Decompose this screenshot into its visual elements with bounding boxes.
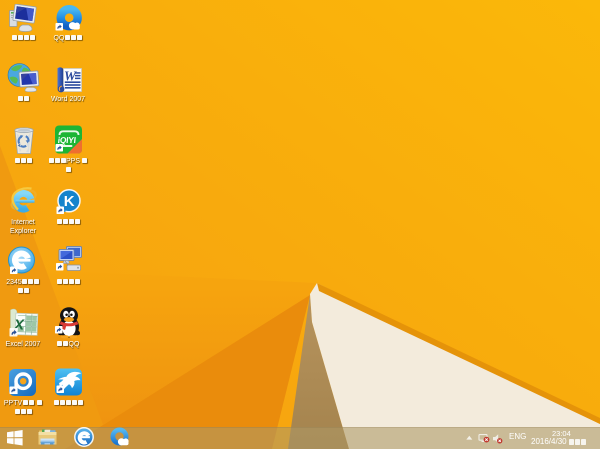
svg-text:iQIYI: iQIYI: [57, 135, 76, 145]
svg-text:K: K: [64, 193, 75, 210]
